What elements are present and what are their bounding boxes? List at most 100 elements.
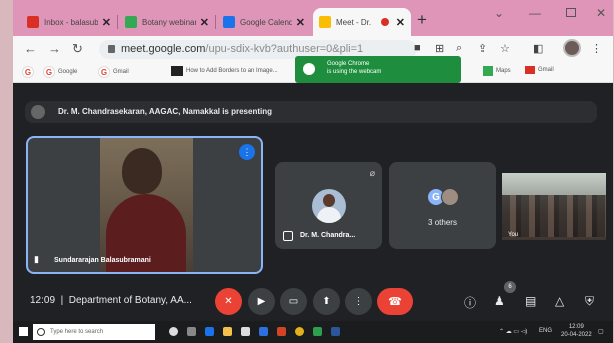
present-icon [283,231,293,241]
participant-tile-others[interactable]: G 3 others [389,162,496,249]
recording-icon [380,18,389,26]
captions-button[interactable]: ▭ [280,288,307,315]
taskbar-search[interactable]: Type here to search [33,324,155,340]
side-panel-icon[interactable]: ◧ [533,42,543,55]
chat-icon[interactable]: ▤ [525,294,536,308]
speaking-icon: ⋮ [239,144,255,160]
share-icon[interactable]: ⇪ [478,42,487,55]
presenting-banner[interactable]: Dr. M. Chandrasekaran, AAGAC, Namakkal i… [25,101,597,123]
reload-button[interactable]: ↻ [72,41,83,57]
tab-strip: Inbox - balasubramani ✕ Botany webinar ✕… [13,0,613,36]
tab-gmail[interactable]: Inbox - balasubramani ✕ [21,8,118,36]
maximize-button[interactable] [566,8,576,17]
cortana-icon[interactable] [169,327,178,336]
participant-tile-2[interactable]: ⌀ Dr. M. Chandra... [275,162,382,249]
bookmark-gmail-right[interactable]: Gmail [525,66,554,74]
tab-webinar[interactable]: Botany webinar ✕ [119,8,216,36]
tab-meet[interactable]: Meet - Dr. ✕ [313,8,411,36]
self-name: You [508,232,519,238]
tray-icons[interactable]: ⌃ ☁ ▭ ◅) [499,328,527,335]
chrome-icon[interactable] [295,327,304,336]
bookmark-label: How to Add Borders to an Image... [186,68,278,74]
back-button[interactable]: ← [24,41,37,56]
mic-toggle-button[interactable]: ✕ [215,288,242,315]
more-options-button[interactable]: ⋮ [345,288,372,315]
gmail-icon [27,16,39,28]
store-icon[interactable] [241,327,250,336]
leave-call-button[interactable]: ☎ [377,288,413,315]
info-icon[interactable]: ⓘ [464,294,476,311]
mail-icon[interactable] [259,327,268,336]
new-tab-button[interactable]: + [417,10,427,30]
windows-taskbar: Type here to search ⌃ ☁ ▭ ◅) ENG 12:09 2… [13,321,613,343]
participant-avatar [312,189,346,223]
task-view-icon[interactable] [187,327,196,336]
participant-tile-main[interactable]: ⋮ ▮ Sundararajan Balasubramani [26,136,263,274]
tab-label: Meet - Dr. [336,17,372,27]
excel-icon[interactable] [313,327,322,336]
notifications-icon[interactable]: ▢ [598,328,604,335]
meeting-title: Department of Botany, AA... [68,295,192,306]
install-icon[interactable]: ⊞ [435,42,444,55]
others-avatars: G [419,188,467,208]
present-button[interactable]: ⬆ [313,288,340,315]
close-icon[interactable]: ✕ [296,16,305,29]
meeting-clock: 12:09 [30,295,56,306]
tab-separator [215,15,216,29]
avatar-body [317,207,341,223]
windows-start-icon[interactable] [19,327,28,336]
bookmark-maps[interactable]: Maps [483,66,511,76]
host-controls-icon[interactable]: ⛨ [585,294,594,309]
activities-icon[interactable]: △ [555,294,564,308]
profile-avatar[interactable] [563,39,581,57]
close-window-button[interactable]: ✕ [596,6,606,20]
lock-icon [108,45,115,53]
file-explorer-icon[interactable] [223,327,232,336]
zoom-icon[interactable]: ⌕ [456,42,462,55]
minimize-button[interactable]: — [529,6,541,20]
people-icon[interactable]: ♟ [494,294,505,308]
participant-count-badge: 6 [504,281,516,293]
crowd-row [502,195,606,209]
forward-button[interactable]: → [48,41,61,56]
bookmark-google-2[interactable]: G Google [43,66,77,78]
close-icon[interactable]: ✕ [200,16,209,29]
webcam-toast: Google Chrome is using the webcam [295,56,461,83]
browser-window: Inbox - balasubramani ✕ Botany webinar ✕… [13,0,613,343]
bookmark-borders[interactable]: How to Add Borders to an Image... [171,66,278,76]
bookmark-gmail[interactable]: G Gmail [98,66,129,78]
presenting-text: Dr. M. Chandrasekaran, AAGAC, Namakkal i… [58,107,272,116]
chevron-down-icon[interactable]: ⌄ [494,6,504,20]
participant-name: Dr. M. Chandra... [300,232,356,239]
self-view-video[interactable]: You [502,173,606,240]
bookmark-google[interactable]: G [22,66,37,78]
bookmark-label: Maps [496,68,511,74]
office-icon[interactable] [277,327,286,336]
mic-off-icon: ⌀ [369,168,375,178]
participant-name: Sundararajan Balasubramani [54,257,151,264]
camera-toggle-button[interactable]: ▶ [248,288,275,315]
bookmark-label: Gmail [113,69,129,75]
tab-calendar[interactable]: Google Calendar ✕ [217,8,311,36]
menu-icon[interactable]: ⋮ [591,42,602,55]
url-text: meet.google.com/upu-sdix-kvb?authuser=0&… [121,43,363,55]
camera-icon[interactable]: ■ [414,42,421,54]
close-icon[interactable]: ✕ [102,16,111,29]
participant-head [122,148,162,194]
edge-icon[interactable] [205,327,214,336]
taskbar-clock[interactable]: 12:09 20-04-2022 [561,323,592,339]
close-icon[interactable]: ✕ [396,16,405,29]
chrome-icon [303,63,315,75]
gmail-icon [525,66,535,74]
language-indicator[interactable]: ENG [539,328,552,334]
pin-icon[interactable]: ▮ [34,254,39,265]
bookmark-star-icon[interactable]: ☆ [500,42,510,55]
crowd-row [502,209,606,223]
toast-text: is using the webcam [327,69,382,75]
tab-label: Botany webinar [142,17,196,27]
url-host: meet.google.com [121,43,206,55]
taskbar-date: 20-04-2022 [561,332,592,338]
word-icon[interactable] [331,327,340,336]
drive-icon [125,16,137,28]
taskbar-time: 12:09 [568,324,584,330]
